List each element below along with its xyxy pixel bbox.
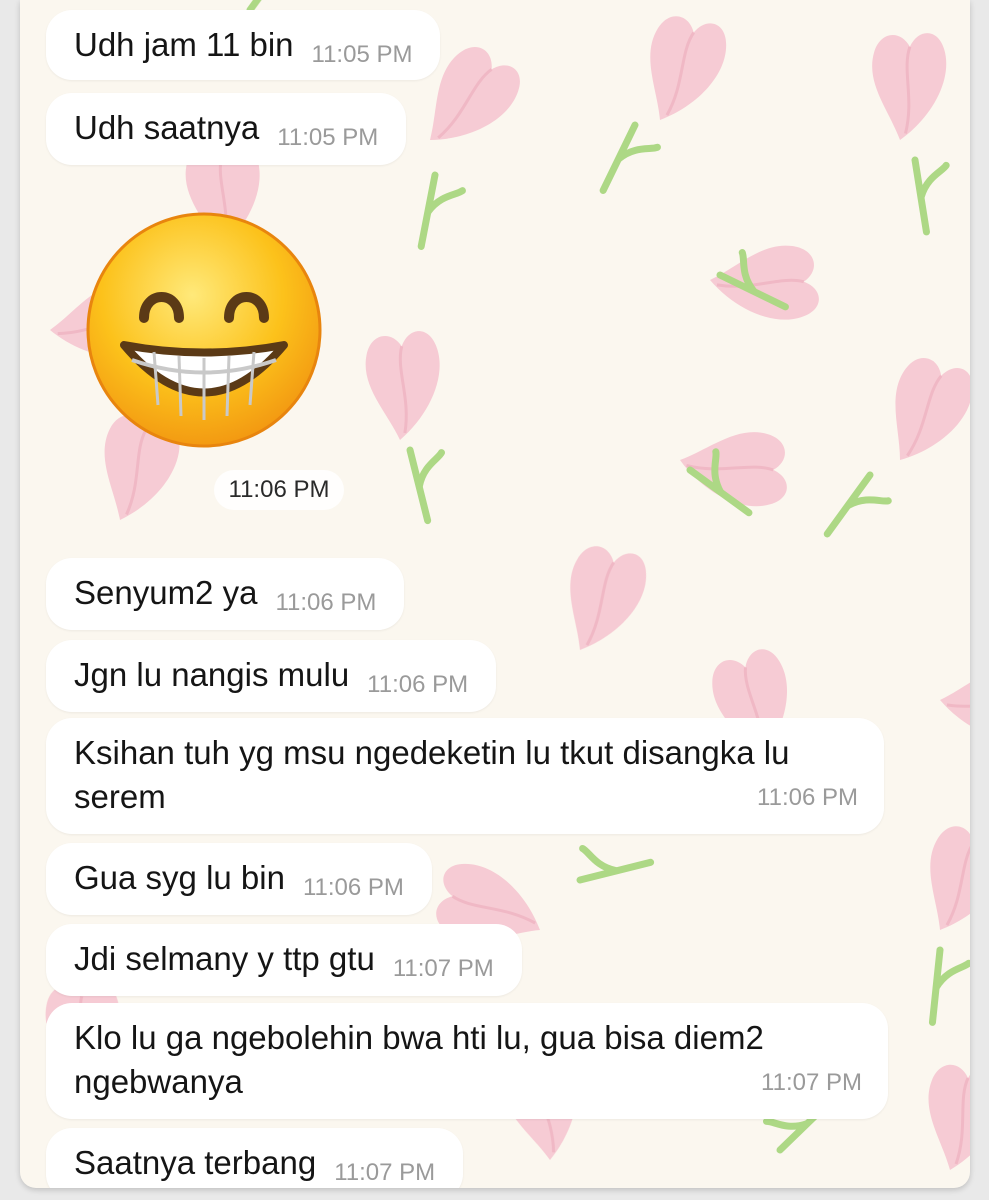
message-timestamp: 11:05 PM (311, 41, 413, 68)
incoming-message-bubble[interactable]: Gua syg lu bin 11:06 PM (46, 843, 432, 915)
incoming-message-bubble[interactable]: Ksihan tuh yg msu ngedeketin lu tkut dis… (46, 718, 884, 834)
message-text: Gua syg lu bin (74, 859, 285, 896)
message-text: Udh saatnya (74, 109, 260, 146)
message-text: Saatnya terbang (74, 1144, 317, 1181)
grinning-face-emoji-sticker[interactable] (84, 210, 324, 450)
incoming-message-bubble[interactable]: Udh jam 11 bin 11:05 PM (46, 10, 441, 80)
message-timestamp: 11:06 PM (302, 874, 404, 901)
incoming-message-bubble[interactable]: Saatnya terbang 11:07 PM (46, 1128, 464, 1188)
incoming-message-bubble[interactable]: Jgn lu nangis mulu 11:06 PM (46, 640, 497, 712)
sticker-timestamp: 11:06 PM (214, 470, 344, 510)
message-timestamp: 11:05 PM (277, 124, 379, 151)
message-text: Klo lu ga ngebolehin bwa hti lu, gua bis… (74, 1019, 773, 1100)
message-text: Senyum2 ya (74, 574, 258, 611)
incoming-message-bubble[interactable]: Senyum2 ya 11:06 PM (46, 558, 405, 630)
incoming-message-bubble[interactable]: Jdi selmany y ttp gtu 11:07 PM (46, 924, 522, 996)
message-timestamp: 11:07 PM (392, 955, 494, 982)
message-timestamp: 11:06 PM (367, 671, 469, 698)
message-timestamp: 11:07 PM (334, 1159, 436, 1186)
incoming-message-bubble[interactable]: Udh saatnya 11:05 PM (46, 93, 407, 165)
grinning-face-icon (86, 212, 322, 448)
message-text: Udh jam 11 bin (74, 26, 294, 63)
message-timestamp: 11:07 PM (761, 1069, 862, 1096)
chat-screen: Udh jam 11 bin 11:05 PM Udh saatnya 11:05 … (20, 0, 970, 1188)
message-timestamp: 11:06 PM (757, 784, 858, 811)
incoming-message-bubble[interactable]: Klo lu ga ngebolehin bwa hti lu, gua bis… (46, 1003, 888, 1119)
message-text: Jgn lu nangis mulu (74, 656, 350, 693)
message-text: Jdi selmany y ttp gtu (74, 940, 375, 977)
message-text: Ksihan tuh yg msu ngedeketin lu tkut dis… (74, 734, 799, 815)
message-timestamp: 11:06 PM (275, 589, 377, 616)
